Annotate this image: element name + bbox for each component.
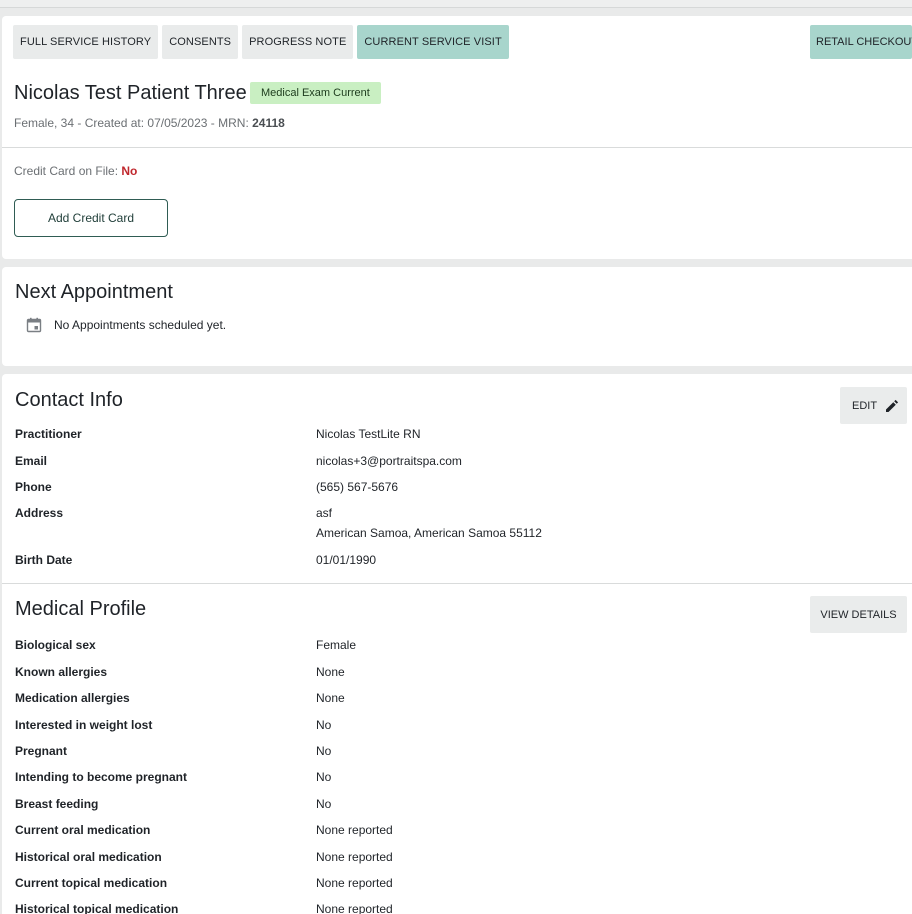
medical-row-value: None reported [316,850,393,864]
medical-row-value: None reported [316,902,393,914]
patient-name: Nicolas Test Patient Three [14,82,247,104]
medical-row-value: None reported [316,823,393,837]
medical-row-value: None reported [316,876,393,890]
add-credit-card-button[interactable]: Add Credit Card [14,199,168,237]
medical-row-value: None [316,665,345,679]
email-value: nicolas+3@portraitspa.com [316,454,462,468]
medical-row-value: Female [316,638,357,652]
patient-meta-text: Female, 34 - Created at: 07/05/2023 - MR… [14,116,253,130]
address-line-2: American Samoa, American Samoa 55112 [316,526,542,540]
patient-mrn: 24118 [252,116,285,130]
medical-row-label: Interested in weight lost [15,718,153,732]
medical-row-label: Known allergies [15,665,108,679]
next-appointment-title: Next Appointment [15,281,173,303]
medical-row-value: No [316,718,332,732]
birth-date-label: Birth Date [15,553,73,567]
medical-row-label: Historical oral medication [15,850,162,864]
credit-card-value: No [121,164,138,178]
edit-button[interactable]: EDIT [840,387,907,424]
patient-meta: Female, 34 - Created at: 07/05/2023 - MR… [14,116,285,130]
divider [2,583,912,584]
tab-current-service-visit[interactable]: CURRENT SERVICE VISIT [357,25,509,59]
medical-row-label: Current oral medication [15,823,151,837]
contact-info-card: Contact Info EDIT Practitioner Nicolas T… [2,374,912,914]
medical-row-value: None [316,691,345,705]
medical-row-label: Biological sex [15,638,96,652]
divider [2,147,912,148]
contact-info-title: Contact Info [15,389,123,411]
top-strip [0,0,912,8]
phone-value: (565) 567-5676 [316,480,399,494]
calendar-icon [26,317,42,333]
medical-row-value: No [316,797,332,811]
tab-progress-note[interactable]: PROGRESS NOTE [242,25,354,59]
address-label: Address [15,506,64,520]
credit-card-label: Credit Card on File: [14,164,122,178]
medical-row-label: Breast feeding [15,797,99,811]
medical-row-label: Pregnant [15,744,68,758]
appointment-empty-row: No Appointments scheduled yet. [26,317,226,333]
tab-bar: FULL SERVICE HISTORY CONSENTS PROGRESS N… [13,25,509,59]
medical-row-value: No [316,744,332,758]
medical-row-label: Historical topical medication [15,902,179,914]
pencil-icon [886,399,899,412]
tab-full-service-history[interactable]: FULL SERVICE HISTORY [13,25,159,59]
phone-label: Phone [15,480,52,494]
next-appointment-card: Next Appointment No Appointments schedul… [2,267,912,366]
status-badge: Medical Exam Current [250,82,381,104]
medical-row-label: Medication allergies [15,691,130,705]
view-details-button[interactable]: VIEW DETAILS [810,596,907,633]
practitioner-label: Practitioner [15,427,82,441]
email-label: Email [15,454,48,468]
medical-profile-title: Medical Profile [15,598,147,620]
medical-row-value: No [316,770,332,784]
appointment-empty-text: No Appointments scheduled yet. [54,318,227,332]
address-line-1: asf [316,506,333,520]
tab-consents[interactable]: CONSENTS [162,25,239,59]
patient-header-card: FULL SERVICE HISTORY CONSENTS PROGRESS N… [2,16,912,259]
retail-checkout-button[interactable]: RETAIL CHECKOUT [810,25,912,59]
medical-row-label: Current topical medication [15,876,168,890]
medical-row-label: Intending to become pregnant [15,770,188,784]
credit-card-status: Credit Card on File: No [14,164,137,178]
birth-date-value: 01/01/1990 [316,553,377,567]
edit-button-label: EDIT [852,399,878,412]
practitioner-value: Nicolas TestLite RN [316,427,421,441]
